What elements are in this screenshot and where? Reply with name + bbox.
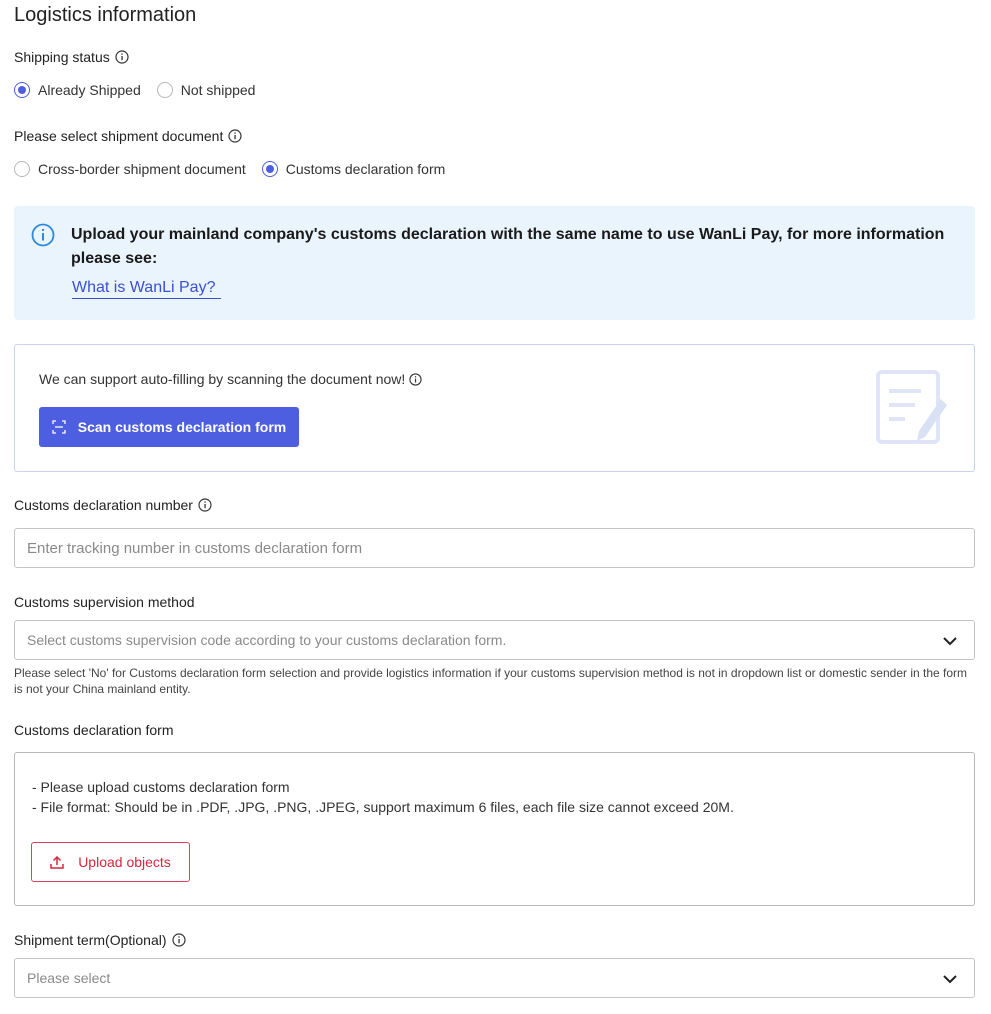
info-notice: Upload your mainland company's customs d… [14, 206, 975, 320]
shipping-status-label: Shipping status [14, 49, 129, 65]
radio-already-shipped[interactable]: Already Shipped [14, 82, 141, 98]
declaration-number-input[interactable]: Enter tracking number in customs declara… [14, 528, 975, 568]
logistics-page: Logistics information Shipping status Al… [0, 0, 991, 1014]
shipment-document-label: Please select shipment document [14, 128, 242, 144]
upload-icon [50, 855, 64, 869]
shipment-term-select[interactable]: Please select [14, 958, 975, 998]
supervision-method-select[interactable]: Select customs supervision code accordin… [14, 620, 975, 660]
info-icon[interactable] [198, 498, 212, 512]
declaration-form-label: Customs declaration form [14, 722, 174, 738]
radio-not-shipped[interactable]: Not shipped [156, 82, 255, 98]
radio-button[interactable] [14, 161, 30, 177]
supervision-method-hint: Please select 'No' for Customs declarati… [14, 666, 968, 696]
info-icon[interactable] [228, 129, 242, 143]
info-icon[interactable] [171, 933, 186, 947]
radio-button-checked[interactable] [261, 161, 278, 177]
info-icon[interactable] [409, 372, 422, 386]
supervision-method-label: Customs supervision method [14, 594, 195, 610]
page-title: Logistics information [14, 4, 197, 26]
scan-icon [52, 420, 66, 434]
notice-text: Upload your mainland company's customs d… [71, 226, 945, 267]
chevron-down-icon [943, 637, 957, 646]
upload-format-instruction: - File format: Should be in .PDF, .JPG, … [32, 799, 734, 815]
upload-instruction: - Please upload customs declaration form [32, 779, 290, 795]
scan-panel: We can support auto-filling by scanning … [14, 344, 975, 472]
shipment-document-group: Cross-border shipment document Customs d… [14, 161, 461, 177]
upload-panel: - Please upload customs declaration form… [14, 752, 975, 906]
radio-customs-declaration-form[interactable]: Customs declaration form [261, 161, 445, 177]
radio-cross-border-document[interactable]: Cross-border shipment document [14, 161, 246, 177]
info-circle-icon [31, 223, 55, 247]
shipping-status-group: Already Shipped Not shipped [14, 82, 271, 98]
upload-objects-button[interactable]: Upload objects [31, 842, 190, 882]
shipment-term-label: Shipment term(Optional) [14, 932, 186, 948]
scan-description: We can support auto-filling by scanning … [39, 371, 422, 387]
info-icon[interactable] [115, 50, 129, 64]
radio-button-checked[interactable] [14, 82, 30, 98]
radio-button[interactable] [156, 82, 173, 98]
chevron-down-icon [943, 975, 957, 984]
document-edit-illustration [876, 370, 947, 444]
declaration-number-label: Customs declaration number [14, 497, 212, 513]
scan-customs-form-button[interactable]: Scan customs declaration form [39, 407, 299, 447]
wanli-pay-link[interactable]: What is WanLi Pay? [72, 279, 222, 299]
